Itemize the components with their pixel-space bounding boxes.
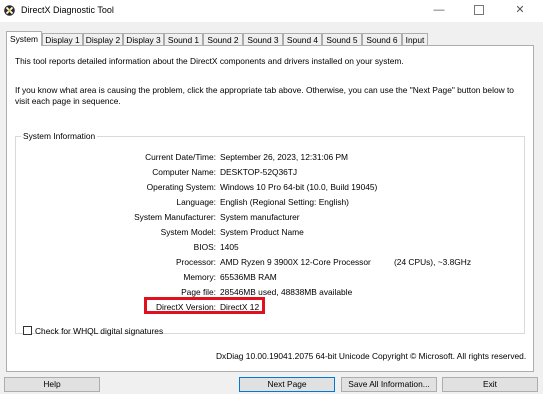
bios-value: 1405 [220,242,239,252]
whql-checkbox-label[interactable]: Check for WHQL digital signatures [35,325,163,337]
processor-label: Processor: [175,257,216,267]
tab-sound-2[interactable]: Sound 2 [203,33,243,45]
date-time-label: Current Date/Time: [145,152,216,162]
model-value: System Product Name [220,227,304,237]
help-button[interactable]: Help [4,377,100,392]
info-row-directx-version: DirectX Version: DirectX 12 [16,302,526,313]
tab-system[interactable]: System [6,31,42,46]
info-row-computer-name: Computer Name: DESKTOP-52Q36TJ [16,167,526,178]
tab-display-1[interactable]: Display 1 [42,33,83,45]
info-row-date-time: Current Date/Time: September 26, 2023, 1… [16,152,526,163]
tab-display-2[interactable]: Display 2 [83,33,123,45]
info-row-bios: BIOS: 1405 [16,242,526,253]
system-tab-panel: This tool reports detailed information a… [6,45,534,372]
computer-name-label: Computer Name: [152,167,216,177]
tab-sound-6[interactable]: Sound 6 [362,33,402,45]
language-value: English (Regional Setting: English) [220,197,349,207]
info-row-model: System Model: System Product Name [16,227,526,238]
operating-system-value: Windows 10 Pro 64-bit (10.0, Build 19045… [220,182,378,192]
info-row-processor: Processor: AMD Ryzen 9 3900X 12-Core Pro… [16,257,526,268]
memory-label: Memory: [183,272,216,282]
directx-app-icon [4,5,15,16]
whql-checkbox[interactable] [23,326,32,335]
dxdiag-version-text: DxDiag 10.00.19041.2075 64-bit Unicode C… [216,351,527,361]
maximize-button[interactable] [459,0,499,22]
manufacturer-value: System manufacturer [220,212,300,222]
manufacturer-label: System Manufacturer: [134,212,216,222]
system-information-group: System Information Current Date/Time: Se… [15,131,526,334]
info-row-memory: Memory: 65536MB RAM [16,272,526,283]
save-all-information-button[interactable]: Save All Information... [341,377,437,392]
tab-display-3[interactable]: Display 3 [123,33,164,45]
info-row-page-file: Page file: 28546MB used, 48838MB availab… [16,287,526,298]
computer-name-value: DESKTOP-52Q36TJ [220,167,298,177]
bios-label: BIOS: [193,242,216,252]
next-page-button[interactable]: Next Page [239,377,335,392]
info-row-manufacturer: System Manufacturer: System manufacturer [16,212,526,223]
minimize-button[interactable]: — [419,0,459,22]
tab-sound-1[interactable]: Sound 1 [164,33,203,45]
operating-system-label: Operating System: [146,182,216,192]
close-button[interactable]: ✕ [500,0,540,22]
model-label: System Model: [160,227,216,237]
processor-cpus-speed: (24 CPUs), ~3.8GHz [394,257,472,267]
exit-button[interactable]: Exit [442,377,538,392]
tab-sound-5[interactable]: Sound 5 [322,33,362,45]
memory-value: 65536MB RAM [220,272,277,282]
processor-value: AMD Ryzen 9 3900X 12-Core Processor [220,257,371,267]
info-row-operating-system: Operating System: Windows 10 Pro 64-bit … [16,182,526,193]
info-row-language: Language: English (Regional Setting: Eng… [16,197,526,208]
instructions-text: If you know what area is causing the pro… [15,85,514,106]
tab-input[interactable]: Input [402,33,428,45]
intro-text: This tool reports detailed information a… [15,56,404,66]
tab-sound-4[interactable]: Sound 4 [283,33,322,45]
directx-version-highlight-box [144,297,265,314]
date-time-value: September 26, 2023, 12:31:06 PM [220,152,349,162]
tab-sound-3[interactable]: Sound 3 [243,33,283,45]
title-bar: DirectX Diagnostic Tool — ✕ [0,0,543,22]
group-title: System Information [21,131,98,141]
window-title: DirectX Diagnostic Tool [21,5,114,15]
maximize-icon [474,5,484,16]
language-label: Language: [176,197,216,207]
